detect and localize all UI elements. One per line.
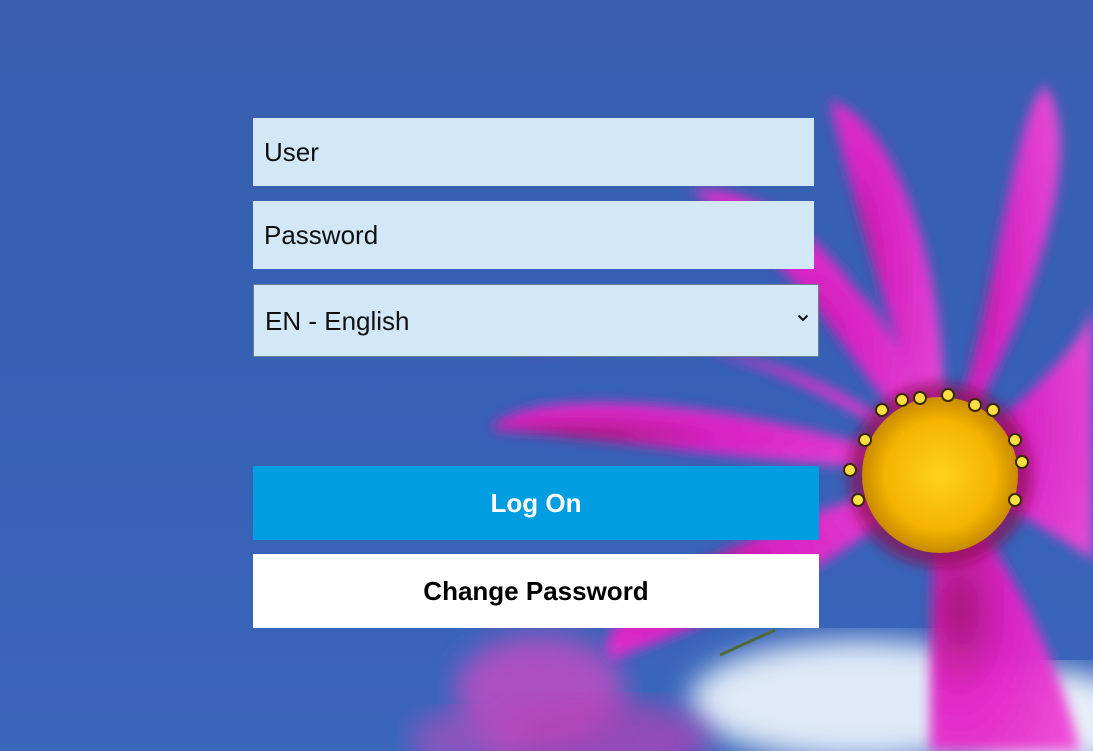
log-on-button[interactable]: Log On — [253, 466, 819, 540]
user-input[interactable] — [253, 118, 814, 186]
password-input[interactable] — [253, 201, 814, 269]
login-screen: EN - English Log On Change Password — [0, 0, 1093, 751]
language-select-wrapper: EN - English — [253, 284, 819, 357]
change-password-button[interactable]: Change Password — [253, 554, 819, 628]
login-form: EN - English Log On Change Password — [253, 118, 819, 628]
language-select[interactable]: EN - English — [253, 284, 819, 357]
